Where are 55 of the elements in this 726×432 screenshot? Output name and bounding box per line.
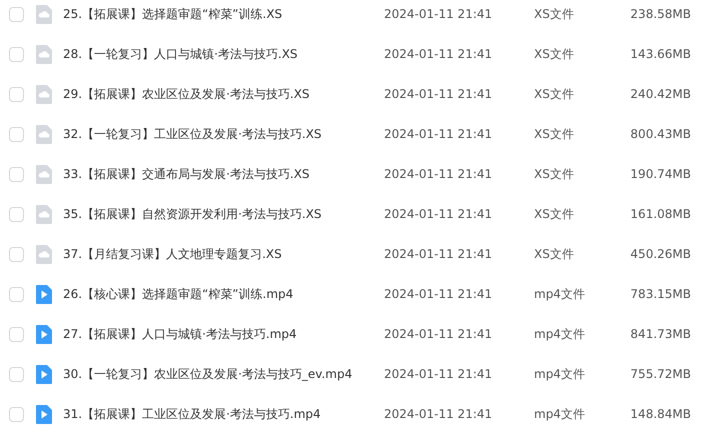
modified-date: 2024-01-11 21:41 <box>384 127 494 141</box>
checkbox[interactable] <box>9 326 24 342</box>
file-type: XS文件 <box>534 126 575 142</box>
checkbox[interactable] <box>9 406 24 422</box>
modified-date: 2024-01-11 21:41 <box>384 47 494 61</box>
file-size: 238.58MB <box>629 7 691 21</box>
file-name[interactable]: 27.【拓展课】人口与城镇·考法与技巧.mp4 <box>63 326 383 342</box>
checkbox[interactable] <box>9 46 24 62</box>
file-size: 841.73MB <box>629 327 691 341</box>
file-name[interactable]: 32.【一轮复习】工业区位及发展·考法与技巧.XS <box>63 126 383 142</box>
file-name[interactable]: 29.【拓展课】农业区位及发展·考法与技巧.XS <box>63 86 383 102</box>
file-name[interactable]: 25.【拓展课】选择题审题“榨菜”训练.XS <box>63 6 383 22</box>
file-name[interactable]: 33.【拓展课】交通布局与发展·考法与技巧.XS <box>63 166 383 182</box>
file-size: 450.26MB <box>629 247 691 261</box>
modified-date: 2024-01-11 21:41 <box>384 167 494 181</box>
checkbox[interactable] <box>9 126 24 142</box>
checkbox[interactable] <box>9 246 24 262</box>
modified-date: 2024-01-11 21:41 <box>384 7 494 21</box>
modified-date: 2024-01-11 21:41 <box>384 207 494 221</box>
modified-date: 2024-01-11 21:41 <box>384 407 494 421</box>
file-size: 800.43MB <box>629 127 691 141</box>
checkbox[interactable] <box>9 206 24 222</box>
checkbox[interactable] <box>9 6 24 22</box>
modified-date: 2024-01-11 21:41 <box>384 327 494 341</box>
file-type: XS文件 <box>534 6 575 22</box>
file-name[interactable]: 37.【月结复习课】人文地理专题复习.XS <box>63 246 383 262</box>
file-name[interactable]: 30.【一轮复习】农业区位及发展·考法与技巧_ev.mp4 <box>63 366 383 382</box>
file-name[interactable]: 28.【一轮复习】人口与城镇·考法与技巧.XS <box>63 46 383 62</box>
modified-date: 2024-01-11 21:41 <box>384 87 494 101</box>
checkbox[interactable] <box>9 366 24 382</box>
checkbox[interactable] <box>9 286 24 302</box>
modified-date: 2024-01-11 21:41 <box>384 287 494 301</box>
file-size: 190.74MB <box>629 167 691 181</box>
file-type: XS文件 <box>534 86 575 102</box>
modified-date: 2024-01-11 21:41 <box>384 367 494 381</box>
file-type: XS文件 <box>534 206 575 222</box>
file-size: 148.84MB <box>629 407 691 421</box>
file-size: 240.42MB <box>629 87 691 101</box>
file-type: mp4文件 <box>534 406 586 422</box>
checkbox[interactable] <box>9 166 24 182</box>
modified-date: 2024-01-11 21:41 <box>384 247 494 261</box>
file-size: 143.66MB <box>629 47 691 61</box>
file-type: XS文件 <box>534 166 575 182</box>
file-type: mp4文件 <box>534 366 586 382</box>
file-name[interactable]: 35.【拓展课】自然资源开发利用·考法与技巧.XS <box>63 206 383 222</box>
file-type: mp4文件 <box>534 326 586 342</box>
file-name[interactable]: 31.【拓展课】工业区位及发展·考法与技巧.mp4 <box>63 406 383 422</box>
checkbox[interactable] <box>9 86 24 102</box>
file-type: mp4文件 <box>534 286 586 302</box>
file-type: XS文件 <box>534 246 575 262</box>
file-name[interactable]: 26.【核心课】选择题审题“榨菜”训练.mp4 <box>63 286 383 302</box>
file-size: 755.72MB <box>629 367 691 381</box>
file-size: 161.08MB <box>629 207 691 221</box>
file-type: XS文件 <box>534 46 575 62</box>
file-size: 783.15MB <box>629 287 691 301</box>
